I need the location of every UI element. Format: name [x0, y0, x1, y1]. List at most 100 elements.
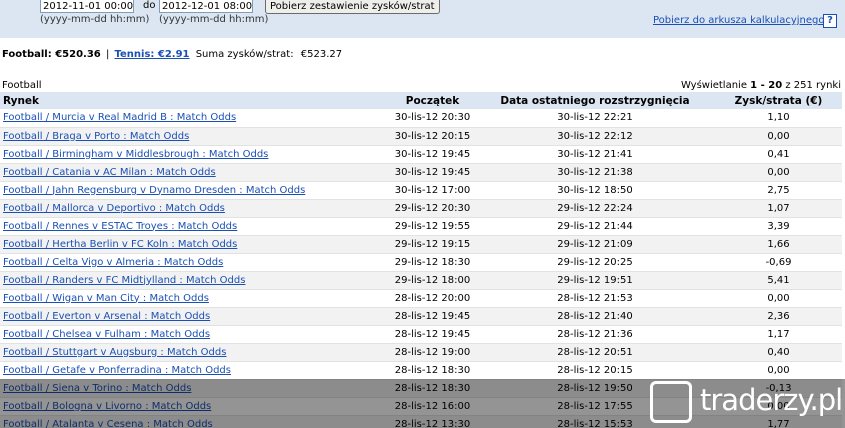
date-to-format-hint: (yyyy-mm-dd hh:mm): [159, 14, 269, 25]
market-cell: Football / Celta Vigo v Almeria : Match …: [0, 253, 390, 272]
market-link[interactable]: Football / Murcia v Real Madrid B : Matc…: [2, 112, 236, 123]
market-cell: Football / Wigan v Man City : Match Odds: [0, 289, 390, 308]
market-link[interactable]: Football / Celta Vigo v Almeria : Match …: [2, 257, 223, 268]
settled-cell: 30-lis-12 21:38: [475, 163, 715, 182]
table-row: Football / Birmingham v Middlesbrough : …: [0, 145, 842, 164]
settled-cell: 28-lis-12 21:36: [475, 325, 715, 344]
fetch-statement-button[interactable]: Pobierz zestawienie zysków/strat: [265, 0, 440, 14]
market-link[interactable]: Football / Chelsea v Fulham : Match Odds: [2, 329, 210, 340]
table-row: Football / Everton v Arsenal : Match Odd…: [0, 307, 842, 326]
settled-cell: 29-lis-12 22:24: [475, 199, 715, 218]
column-header-market[interactable]: Rynek: [0, 92, 390, 109]
table-row: Football / Stuttgart v Augsburg : Match …: [0, 343, 842, 362]
settled-cell: 30-lis-12 22:21: [475, 109, 715, 128]
total-label: Suma zysków/strat:: [195, 49, 294, 60]
pager-prefix: Wyświetlanie: [680, 80, 747, 91]
profit-loss-cell: 0,00: [715, 127, 842, 146]
date-to-input[interactable]: [159, 0, 253, 13]
settled-cell: 28-lis-12 21:53: [475, 289, 715, 308]
settled-cell: 28-lis-12 20:15: [475, 361, 715, 380]
column-header-settled[interactable]: Data ostatniego rozstrzygnięcia: [475, 92, 715, 109]
column-header-start[interactable]: Początek: [390, 92, 475, 109]
table-row: Football / Randers v FC Midtjylland : Ma…: [0, 271, 842, 290]
market-link[interactable]: Football / Braga v Porto : Match Odds: [2, 131, 189, 142]
table-row: Football / Hertha Berlin v FC Koln : Mat…: [0, 235, 842, 254]
market-cell: Football / Rennes v ESTAC Troyes : Match…: [0, 217, 390, 236]
summary-separator: |: [105, 49, 110, 60]
settled-cell: 30-lis-12 21:41: [475, 145, 715, 164]
football-total: Football: €520.36: [2, 49, 101, 60]
start-cell: 28-lis-12 20:00: [390, 289, 475, 308]
market-link[interactable]: Football / Catania v AC Milan : Match Od…: [2, 167, 216, 178]
filter-bar: do (yyyy-mm-dd hh:mm) (yyyy-mm-dd hh:mm)…: [0, 0, 845, 38]
start-cell: 29-lis-12 19:15: [390, 235, 475, 254]
market-cell: Football / Stuttgart v Augsburg : Match …: [0, 343, 390, 362]
settled-cell: 29-lis-12 21:44: [475, 217, 715, 236]
market-cell: Football / Murcia v Real Madrid B : Matc…: [0, 109, 390, 128]
market-link[interactable]: Football / Mallorca v Deportivo : Match …: [2, 203, 225, 214]
market-link[interactable]: Football / Everton v Arsenal : Match Odd…: [2, 311, 210, 322]
profit-loss-cell: 0,40: [715, 343, 842, 362]
profit-loss-cell: 1,66: [715, 235, 842, 254]
start-cell: 29-lis-12 18:00: [390, 271, 475, 290]
profit-loss-cell: 0,00: [715, 163, 842, 182]
date-to-label: do: [143, 0, 156, 11]
start-cell: 28-lis-12 18:30: [390, 361, 475, 380]
watermark-text: traderzy.pl: [700, 383, 843, 417]
profit-loss-cell: 1,17: [715, 325, 842, 344]
market-link[interactable]: Football / Hertha Berlin v FC Koln : Mat…: [2, 239, 237, 250]
settled-cell: 29-lis-12 21:09: [475, 235, 715, 254]
download-spreadsheet-link[interactable]: Pobierz do arkusza kalkulacyjnego: [653, 15, 824, 26]
help-icon[interactable]: ?: [823, 14, 837, 28]
start-cell: 30-lis-12 20:15: [390, 127, 475, 146]
markets-table: Rynek Początek Data ostatniego rozstrzyg…: [0, 92, 842, 428]
settled-cell: 30-lis-12 22:12: [475, 127, 715, 146]
market-link[interactable]: Football / Stuttgart v Augsburg : Match …: [2, 347, 226, 358]
profit-loss-cell: 3,39: [715, 217, 842, 236]
table-row: Football / Getafe v Ponferradina : Match…: [0, 361, 842, 380]
market-link[interactable]: Football / Rennes v ESTAC Troyes : Match…: [2, 221, 237, 232]
market-cell: Football / Randers v FC Midtjylland : Ma…: [0, 271, 390, 290]
watermark-logo-icon: [650, 381, 692, 423]
market-link[interactable]: Football / Birmingham v Middlesbrough : …: [2, 149, 268, 160]
column-header-pl[interactable]: Zysk/strata (€): [715, 92, 842, 109]
date-from-format-hint: (yyyy-mm-dd hh:mm): [40, 14, 150, 25]
start-cell: 30-lis-12 19:45: [390, 145, 475, 164]
settled-cell: 29-lis-12 19:51: [475, 271, 715, 290]
market-cell: Football / Getafe v Ponferradina : Match…: [0, 361, 390, 380]
profit-loss-cell: 1,07: [715, 199, 842, 218]
market-link[interactable]: Football / Wigan v Man City : Match Odds: [2, 293, 209, 304]
start-cell: 29-lis-12 20:30: [390, 199, 475, 218]
table-header-row: Rynek Początek Data ostatniego rozstrzyg…: [0, 92, 842, 109]
market-link[interactable]: Football / Getafe v Ponferradina : Match…: [2, 365, 231, 376]
table-row: Football / Celta Vigo v Almeria : Match …: [0, 253, 842, 272]
pager-range: 1 - 20: [750, 80, 783, 91]
profit-loss-cell: -0,69: [715, 253, 842, 272]
market-cell: Football / Catania v AC Milan : Match Od…: [0, 163, 390, 182]
market-cell: Football / Jahn Regensburg v Dynamo Dres…: [0, 181, 390, 200]
date-from-input[interactable]: [40, 0, 134, 13]
profit-summary: Football: €520.36 | Tennis: €2.91 Suma z…: [2, 49, 342, 60]
start-cell: 28-lis-12 19:45: [390, 307, 475, 326]
start-cell: 30-lis-12 17:00: [390, 181, 475, 200]
pagination-info: Wyświetlanie 1 - 20 z 251 rynki: [681, 80, 841, 91]
tennis-total-link[interactable]: Tennis: €2.91: [115, 49, 190, 60]
market-link[interactable]: Football / Randers v FC Midtjylland : Ma…: [2, 275, 245, 286]
start-cell: 29-lis-12 18:30: [390, 253, 475, 272]
table-row: Football / Chelsea v Fulham : Match Odds…: [0, 325, 842, 344]
profit-loss-cell: 5,41: [715, 271, 842, 290]
profit-loss-cell: 2,75: [715, 181, 842, 200]
table-row: Football / Mallorca v Deportivo : Match …: [0, 199, 842, 218]
market-link[interactable]: Football / Jahn Regensburg v Dynamo Dres…: [2, 185, 305, 196]
market-cell: Football / Chelsea v Fulham : Match Odds: [0, 325, 390, 344]
profit-loss-cell: 2,36: [715, 307, 842, 326]
settled-cell: 28-lis-12 21:40: [475, 307, 715, 326]
profit-loss-cell: 0,41: [715, 145, 842, 164]
table-row: Football / Rennes v ESTAC Troyes : Match…: [0, 217, 842, 236]
table-row: Football / Braga v Porto : Match Odds 30-…: [0, 127, 842, 146]
profit-loss-cell: 0,00: [715, 289, 842, 308]
start-cell: 30-lis-12 19:45: [390, 163, 475, 182]
table-row: Football / Jahn Regensburg v Dynamo Dres…: [0, 181, 842, 200]
pager-suffix: z 251 rynki: [785, 80, 841, 91]
market-cell: Football / Hertha Berlin v FC Koln : Mat…: [0, 235, 390, 254]
